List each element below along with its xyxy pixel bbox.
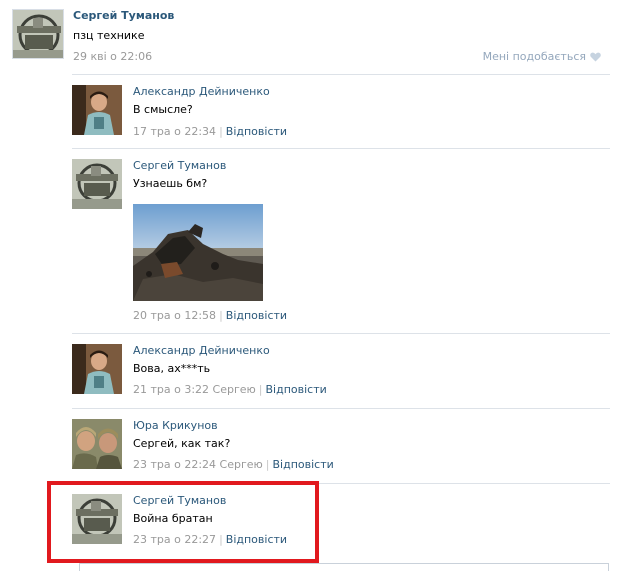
avatar[interactable]	[12, 9, 64, 59]
reply-item: Сергей Туманов Узнаешь бм? 20 тра о 12:5…	[72, 148, 610, 333]
like-label: Мені подобається	[482, 50, 586, 63]
wall-post: Сергей Туманов пзц технике 29 кві о 22:0…	[0, 0, 625, 75]
avatar-image	[13, 10, 63, 58]
separator: |	[265, 458, 270, 471]
reply-author-link[interactable]: Юра Крикунов	[133, 419, 218, 432]
reply-date[interactable]: 21 тра о 3:22 Сергею	[133, 383, 256, 396]
reply-meta: 17 тра о 22:34 | Відповісти	[133, 125, 287, 138]
avatar[interactable]	[72, 344, 122, 394]
reply-author-link[interactable]: Сергей Туманов	[133, 159, 226, 172]
reply-author-link[interactable]: Александр Дейниченко	[133, 85, 270, 98]
avatar-image	[72, 85, 122, 135]
separator: |	[219, 125, 223, 138]
reply-author-link[interactable]: Сергей Туманов	[133, 494, 226, 507]
reply-date[interactable]: 20 тра о 12:58	[133, 309, 216, 322]
reply-text: Вова, ах***ть	[133, 362, 211, 375]
reply-item: Александр Дейниченко Вова, ах***ть 21 тр…	[72, 333, 610, 408]
reply-meta: 20 тра о 12:58 | Відповісти	[133, 309, 287, 322]
heart-icon	[590, 52, 601, 62]
reply-button[interactable]: Відповісти	[226, 533, 287, 546]
avatar[interactable]	[72, 419, 122, 469]
avatar[interactable]	[72, 85, 122, 135]
separator: |	[258, 383, 263, 396]
avatar-image	[72, 419, 122, 469]
reply-button[interactable]: Відповісти	[266, 383, 327, 396]
reply-text: В смысле?	[133, 103, 193, 116]
avatar-image	[72, 159, 122, 209]
avatar-image	[72, 494, 122, 544]
avatar[interactable]	[72, 494, 122, 544]
reply-button[interactable]: Відповісти	[273, 458, 334, 471]
avatar[interactable]	[72, 159, 122, 209]
reply-meta: 23 тра о 22:24 Сергею | Відповісти	[133, 458, 334, 471]
reply-author-link[interactable]: Александр Дейниченко	[133, 344, 270, 357]
reply-input[interactable]	[79, 563, 609, 571]
reply-date[interactable]: 17 тра о 22:34	[133, 125, 216, 138]
reply-text: Война братан	[133, 512, 213, 525]
photo-image	[133, 204, 263, 301]
reply-item: Юра Крикунов Сергей, как так? 23 тра о 2…	[72, 408, 610, 483]
post-text: пзц технике	[73, 29, 145, 42]
reply-item: Александр Дейниченко В смысле? 17 тра о …	[72, 74, 610, 148]
separator: |	[219, 309, 223, 322]
like-button[interactable]: Мені подобається	[483, 50, 601, 63]
comments-page: Сергей Туманов пзц технике 29 кві о 22:0…	[0, 0, 625, 571]
reply-text: Сергей, как так?	[133, 437, 231, 450]
avatar-image	[72, 344, 122, 394]
post-date[interactable]: 29 кві о 22:06	[73, 50, 152, 63]
reply-meta: 21 тра о 3:22 Сергею | Відповісти	[133, 383, 327, 396]
separator: |	[219, 533, 223, 546]
reply-meta: 23 тра о 22:27 | Відповісти	[133, 533, 287, 546]
reply-text: Узнаешь бм?	[133, 177, 208, 190]
post-author-link[interactable]: Сергей Туманов	[73, 9, 174, 22]
reply-item: Сергей Туманов Война братан 23 тра о 22:…	[72, 483, 610, 563]
reply-date[interactable]: 23 тра о 22:24 Сергею	[133, 458, 263, 471]
reply-date[interactable]: 23 тра о 22:27	[133, 533, 216, 546]
replies-list: Александр Дейниченко В смысле? 17 тра о …	[72, 74, 610, 563]
attached-photo[interactable]	[133, 204, 263, 301]
reply-button[interactable]: Відповісти	[226, 309, 287, 322]
reply-button[interactable]: Відповісти	[226, 125, 287, 138]
